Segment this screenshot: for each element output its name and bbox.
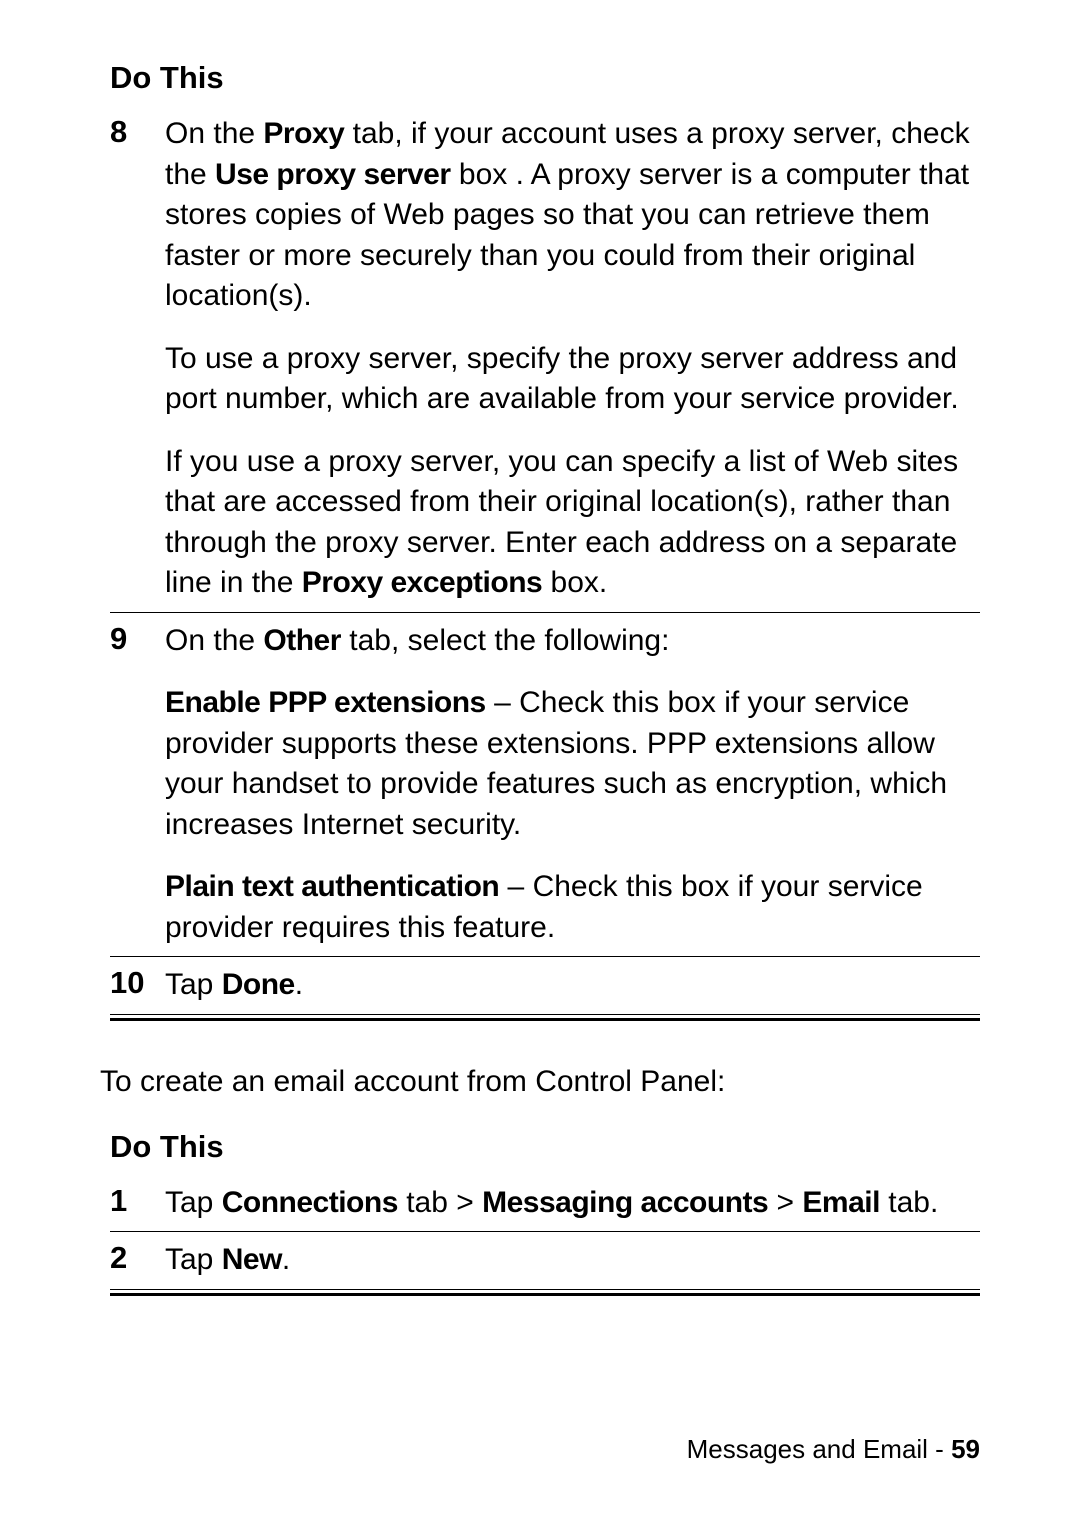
step-row-1: 1 Tap Connections tab > Messaging accoun…: [110, 1175, 980, 1232]
step-number: 8: [110, 106, 165, 612]
step-paragraph: If you use a proxy server, you can speci…: [165, 442, 980, 604]
step-content: Tap Connections tab > Messaging accounts…: [165, 1175, 980, 1232]
do-this-heading-1: Do This: [110, 60, 980, 96]
step-paragraph: To use a proxy server, specify the proxy…: [165, 339, 980, 420]
term-enable-ppp: Enable PPP extensions: [165, 686, 486, 719]
step-number: 1: [110, 1175, 165, 1232]
section-2: To create an email account from Control …: [110, 1065, 980, 1296]
steps-table-1: 8 On the Proxy tab, if your account uses…: [110, 106, 980, 1014]
term-email: Email: [802, 1186, 880, 1219]
step-row-9: 9 On the Other tab, select the following…: [110, 612, 980, 957]
term-done: Done: [222, 968, 295, 1001]
step-paragraph: Plain text authentication – Check this b…: [165, 867, 980, 948]
term-proxy-exceptions: Proxy exceptions: [302, 566, 542, 599]
do-this-heading-2: Do This: [110, 1129, 980, 1165]
footer-section: Messages and Email -: [687, 1434, 951, 1464]
divider-thick: [110, 1018, 980, 1021]
section-1: Do This 8 On the Proxy tab, if your acco…: [110, 60, 980, 1021]
divider: [110, 1289, 980, 1290]
divider-thick: [110, 1293, 980, 1296]
step-content: On the Other tab, select the following: …: [165, 612, 980, 957]
step-row-8: 8 On the Proxy tab, if your account uses…: [110, 106, 980, 612]
term-messaging-accounts: Messaging accounts: [482, 1186, 768, 1219]
step-paragraph: On the Proxy tab, if your account uses a…: [165, 114, 980, 317]
divider: [110, 1014, 980, 1015]
step-paragraph: On the Other tab, select the following:: [165, 621, 980, 662]
step-paragraph: Tap Connections tab > Messaging accounts…: [165, 1183, 980, 1224]
term-proxy: Proxy: [263, 117, 344, 150]
step-paragraph: Tap New.: [165, 1240, 980, 1281]
step-number: 9: [110, 612, 165, 957]
step-paragraph: Tap Done.: [165, 965, 980, 1006]
term-new: New: [222, 1243, 282, 1276]
step-number: 10: [110, 957, 165, 1014]
step-row-10: 10 Tap Done.: [110, 957, 980, 1014]
step-content: Tap Done.: [165, 957, 980, 1014]
page-number: 59: [951, 1434, 980, 1464]
step-number: 2: [110, 1232, 165, 1289]
steps-table-2: 1 Tap Connections tab > Messaging accoun…: [110, 1175, 980, 1289]
step-content: On the Proxy tab, if your account uses a…: [165, 106, 980, 612]
step-content: Tap New.: [165, 1232, 980, 1289]
term-other: Other: [263, 624, 341, 657]
term-connections: Connections: [222, 1186, 398, 1219]
term-plain-text-auth: Plain text authentication: [165, 870, 499, 903]
intro-text: To create an email account from Control …: [100, 1065, 980, 1099]
step-row-2: 2 Tap New.: [110, 1232, 980, 1289]
step-paragraph: Enable PPP extensions – Check this box i…: [165, 683, 980, 845]
term-use-proxy-server: Use proxy server: [215, 158, 451, 191]
page-footer: Messages and Email - 59: [687, 1434, 980, 1465]
